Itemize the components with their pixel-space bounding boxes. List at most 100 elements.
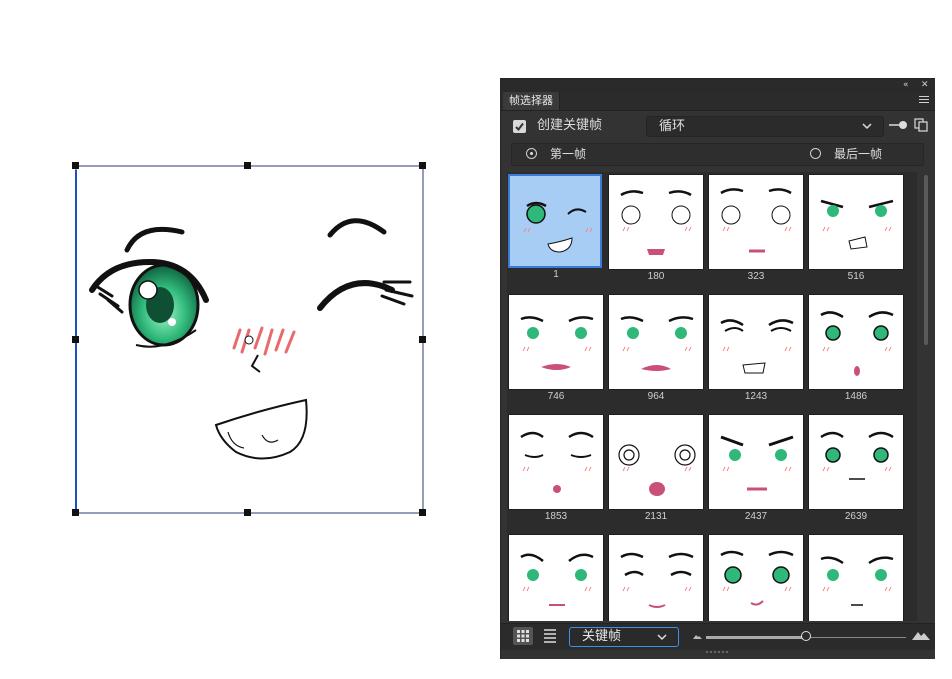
resize-handle-top[interactable]	[244, 162, 251, 169]
face-thumbnail	[618, 444, 696, 496]
face-thumbnail	[820, 431, 894, 480]
frame-number: 1853	[544, 511, 568, 522]
frame-thumbnail-image	[608, 294, 704, 390]
chevron-down-icon	[862, 123, 872, 130]
face-thumbnail	[523, 201, 593, 253]
first-frame-radio[interactable]	[526, 148, 537, 159]
frame-thumbnail[interactable]: 1	[508, 174, 604, 282]
frame-number: 1243	[744, 391, 768, 402]
frame-thumbnail[interactable]: 746	[508, 294, 604, 404]
last-frame-label: 最后一帧	[834, 147, 883, 161]
frame-thumbnail[interactable]: 964	[608, 294, 704, 404]
resize-handle-bottom-right[interactable]	[419, 509, 426, 516]
frame-thumbnail[interactable]: 516	[808, 174, 904, 284]
frame-thumbnail-image	[608, 414, 704, 510]
frame-thumbnail-image	[508, 294, 604, 390]
frame-thumbnail[interactable]: 1486	[808, 294, 904, 404]
panel-tab-row: 帧选择器	[501, 92, 935, 111]
frame-picker-panel: « ✕ 帧选择器 创建关键帧 循环 第一帧 最后一帧 1 180 323 516 746…	[500, 78, 935, 659]
frame-number: 516	[847, 271, 865, 282]
frame-thumbnail[interactable]: 1853	[508, 414, 604, 524]
face-thumbnail	[720, 435, 794, 491]
frame-thumbnail[interactable]: 1243	[708, 294, 804, 404]
create-keyframe-label: 创建关键帧	[537, 118, 603, 133]
play-mode-row: 第一帧 最后一帧	[511, 143, 924, 166]
frame-thumbnail-image	[508, 414, 604, 510]
frame-number: 746	[547, 391, 565, 402]
loop-dropdown[interactable]: 循环	[646, 116, 884, 137]
small-thumbnail-icon[interactable]	[691, 632, 703, 640]
frame-thumbnail[interactable]	[708, 534, 804, 621]
frame-thumbnail-image	[608, 534, 704, 621]
face-thumbnail	[520, 316, 594, 370]
chevron-down-icon	[657, 634, 667, 641]
face-thumbnail	[620, 190, 692, 255]
face-thumbnail	[820, 556, 894, 606]
resize-handle-bottom[interactable]	[244, 509, 251, 516]
face-thumbnail	[520, 431, 594, 493]
frame-thumbnail[interactable]: 323	[708, 174, 804, 284]
close-icon[interactable]: ✕	[921, 79, 929, 92]
tab-frame-picker[interactable]: 帧选择器	[503, 92, 560, 110]
collapse-icon[interactable]: «	[903, 79, 909, 92]
frame-thumbnail-image	[708, 534, 804, 621]
frame-thumbnail[interactable]	[808, 534, 904, 621]
keyframe-filter-value: 关键帧	[582, 629, 622, 644]
frame-thumbnail[interactable]: 2639	[808, 414, 904, 524]
frame-thumbnail[interactable]: 2437	[708, 414, 804, 524]
panel-menu-icon[interactable]	[919, 96, 929, 106]
face-thumbnail	[820, 311, 894, 376]
frame-number: 2639	[844, 511, 868, 522]
frame-number: 2131	[644, 511, 668, 522]
frame-number: 180	[647, 271, 665, 282]
frame-thumbnail-image	[808, 174, 904, 270]
checkmark-icon	[515, 122, 524, 132]
resize-handle-top-right[interactable]	[419, 162, 426, 169]
face-thumbnail	[620, 552, 694, 608]
grid-view-button[interactable]	[513, 627, 533, 645]
frame-grid: 1 180 323 516 746 964 1243 1486 1853 2131 2437 2639	[507, 172, 917, 621]
frame-number: 1	[553, 269, 559, 280]
frame-number: 1486	[844, 391, 868, 402]
panel-footer: 关键帧	[501, 623, 935, 650]
large-thumbnail-icon[interactable]	[911, 629, 931, 641]
face-thumbnail	[720, 550, 794, 606]
frame-thumbnail-image	[808, 534, 904, 621]
first-frame-label: 第一帧	[550, 147, 587, 161]
loop-dropdown-value: 循环	[659, 119, 686, 134]
frame-thumbnail-image	[508, 534, 604, 621]
resize-handle-right[interactable]	[419, 336, 426, 343]
frame-thumbnail[interactable]: 2131	[608, 414, 704, 524]
create-keyframe-checkbox[interactable]	[513, 120, 526, 133]
face-thumbnail	[620, 316, 694, 371]
last-frame-radio[interactable]	[810, 148, 821, 159]
resize-handle-left[interactable]	[72, 336, 79, 343]
frame-thumbnail[interactable]: 180	[608, 174, 704, 284]
frame-number: 2437	[744, 511, 768, 522]
canvas-area[interactable]	[0, 0, 480, 675]
face-thumbnail	[520, 553, 594, 606]
create-keyframe-row: 创建关键帧 循环	[501, 111, 935, 141]
frame-thumbnail-image	[608, 174, 704, 270]
resize-handle-top-left[interactable]	[72, 162, 79, 169]
pin-icon[interactable]	[889, 120, 909, 130]
grid-view-icon	[517, 630, 529, 642]
copy-icon[interactable]	[914, 118, 928, 132]
face-thumbnail	[820, 199, 894, 250]
resize-grip-icon[interactable]	[706, 651, 730, 655]
resize-handle-bottom-left[interactable]	[72, 509, 79, 516]
list-view-icon[interactable]	[543, 628, 557, 644]
frame-thumbnail[interactable]	[608, 534, 704, 621]
thumbnail-size-thumb[interactable]	[801, 631, 811, 641]
grid-scrollbar[interactable]	[924, 175, 928, 345]
keyframe-filter-dropdown[interactable]: 关键帧	[569, 627, 679, 647]
face-thumbnail	[720, 188, 792, 253]
face-thumbnail	[720, 319, 794, 374]
frame-thumbnail-image	[508, 174, 602, 268]
frame-thumbnail[interactable]	[508, 534, 604, 621]
frame-thumbnail-image	[808, 414, 904, 510]
frame-number: 964	[647, 391, 665, 402]
frame-thumbnail-image	[808, 294, 904, 390]
frame-number: 323	[747, 271, 765, 282]
frame-thumbnail-image	[708, 174, 804, 270]
